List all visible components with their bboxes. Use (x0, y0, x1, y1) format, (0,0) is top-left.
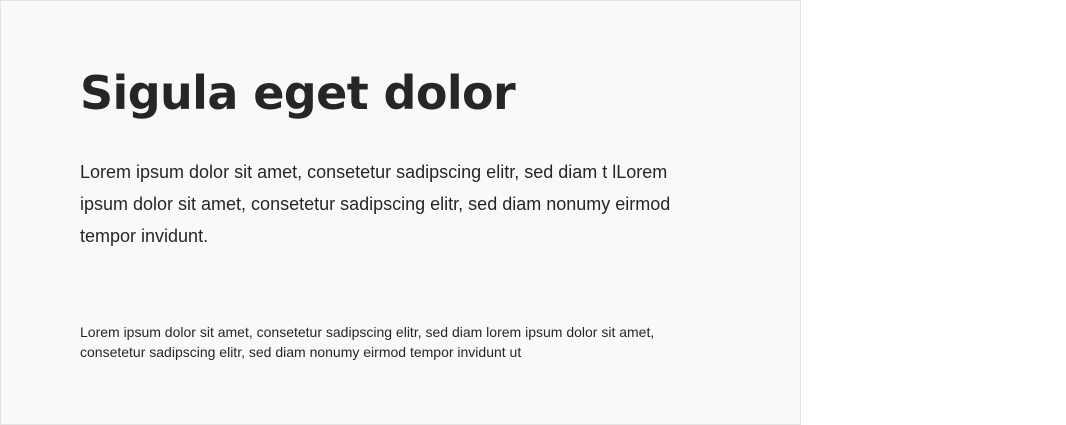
lead-paragraph: Lorem ipsum dolor sit amet, consetetur s… (80, 162, 671, 246)
card-content: Sigula eget dolor Lorem ipsum dolor sit … (80, 63, 700, 362)
small-print-paragraph: Lorem ipsum dolor sit amet, consetetur s… (80, 324, 655, 360)
card-title: Sigula eget dolor (80, 66, 516, 120)
content-card: Sigula eget dolor Lorem ipsum dolor sit … (0, 0, 801, 425)
